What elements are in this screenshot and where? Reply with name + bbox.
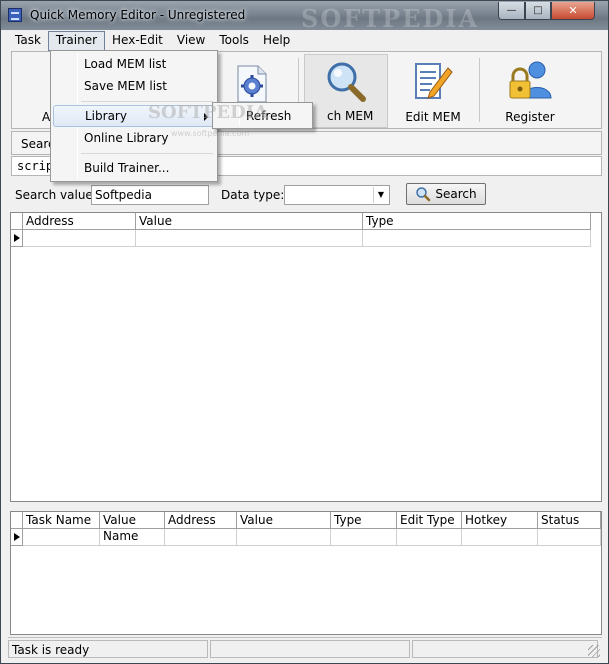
menu-task[interactable]: Task <box>8 31 48 51</box>
table-row-cell[interactable] <box>363 230 591 247</box>
close-button[interactable]: ✕ <box>551 2 595 20</box>
table-row-cell[interactable] <box>397 529 462 546</box>
menu-item-save-mem-list[interactable]: Save MEM list <box>53 75 215 97</box>
toolbar-edit-mem-label: Edit MEM <box>405 110 461 124</box>
gear-document-icon <box>237 65 267 103</box>
toolbar-register-button[interactable]: Register <box>490 54 570 128</box>
toolbar-edit-mem-button[interactable]: Edit MEM <box>393 54 473 128</box>
maximize-icon: □ <box>533 5 543 16</box>
status-panel <box>412 640 598 658</box>
search-value-label: Search value: <box>15 188 97 202</box>
column-header-type[interactable]: Type <box>363 213 591 230</box>
status-text: Task is ready <box>8 640 208 658</box>
grid-corner <box>11 213 23 230</box>
column-header-status[interactable]: Status <box>538 512 601 529</box>
column-header-type[interactable]: Type <box>331 512 397 529</box>
column-header-hotkey[interactable]: Hotkey <box>462 512 538 529</box>
toolbar-search-mem-button[interactable]: ch MEM <box>304 54 388 128</box>
toolbar-search-mem-label: ch MEM <box>327 109 374 123</box>
column-header-task-name[interactable]: Task Name <box>23 512 100 529</box>
app-icon <box>8 8 22 22</box>
table-row-cell[interactable] <box>23 230 136 247</box>
menu-view[interactable]: View <box>170 31 212 51</box>
search-value-input[interactable]: Softpedia <box>91 185 209 205</box>
search-button-label: Search <box>435 187 477 201</box>
menu-tools[interactable]: Tools <box>212 31 256 51</box>
status-bar: Task is ready <box>8 637 602 659</box>
window-title: Quick Memory Editor - Unregistered <box>30 8 246 22</box>
data-type-label: Data type: <box>221 188 285 202</box>
menu-item-library-label: Library <box>85 109 127 123</box>
menu-item-build-trainer[interactable]: Build Trainer... <box>53 157 215 179</box>
column-header-address[interactable]: Address <box>165 512 237 529</box>
app-window: Quick Memory Editor - Unregistered SOFTP… <box>0 0 609 664</box>
table-row-cell[interactable] <box>538 529 601 546</box>
table-row-cell[interactable] <box>331 529 397 546</box>
maximize-button[interactable]: □ <box>525 2 551 20</box>
menu-bar: Task Trainer Hex-Edit View Tools Help <box>8 31 602 51</box>
softpedia-watermark: SOFTPEDIA <box>301 4 480 33</box>
column-header-address[interactable]: Address <box>23 213 136 230</box>
row-indicator-icon <box>11 529 23 546</box>
table-row-cell[interactable] <box>237 529 331 546</box>
edit-document-icon <box>415 63 453 99</box>
column-header-value[interactable]: Value <box>237 512 331 529</box>
table-row-cell[interactable] <box>165 529 237 546</box>
softpedia-watermark: SOFTPEDIA <box>148 102 269 123</box>
toolbar-separator <box>479 58 480 122</box>
menu-hex-edit[interactable]: Hex-Edit <box>105 31 170 51</box>
softpedia-watermark-url: www.softpedia.com <box>171 129 250 138</box>
menu-help[interactable]: Help <box>256 31 297 51</box>
search-icon <box>416 187 431 202</box>
menu-trainer[interactable]: Trainer <box>47 31 106 51</box>
data-type-select[interactable]: ▼ <box>284 185 390 205</box>
toolbar-register-label: Register <box>505 110 555 124</box>
table-row-cell[interactable] <box>136 230 363 247</box>
table-row-cell[interactable] <box>23 529 100 546</box>
results-grid: Address Value Type <box>10 212 602 502</box>
search-button[interactable]: Search <box>406 183 486 205</box>
chevron-down-icon: ▼ <box>373 187 388 203</box>
table-row-cell[interactable] <box>462 529 538 546</box>
grid-corner <box>11 512 23 529</box>
column-header-value[interactable]: Value <box>136 213 363 230</box>
row-indicator-icon <box>11 230 23 247</box>
search-row: Search value: Softpedia Data type: ▼ Sea… <box>11 181 602 209</box>
column-header-value-name[interactable]: Value Name <box>100 512 165 543</box>
table-row-cell[interactable] <box>100 529 165 546</box>
close-icon: ✕ <box>568 4 578 17</box>
minimize-button[interactable]: — <box>498 2 525 20</box>
magnifier-icon <box>327 62 366 102</box>
user-lock-icon <box>509 61 552 99</box>
task-grid: Task Name Value Name Address Value Type … <box>10 511 602 635</box>
resize-grip[interactable] <box>588 645 600 657</box>
menu-separator <box>81 153 213 154</box>
minimize-icon: — <box>506 5 517 16</box>
title-bar[interactable]: Quick Memory Editor - Unregistered SOFTP… <box>1 1 608 33</box>
menu-item-load-mem-list[interactable]: Load MEM list <box>53 53 215 75</box>
column-header-edit-type[interactable]: Edit Type <box>397 512 462 529</box>
status-panel <box>210 640 410 658</box>
